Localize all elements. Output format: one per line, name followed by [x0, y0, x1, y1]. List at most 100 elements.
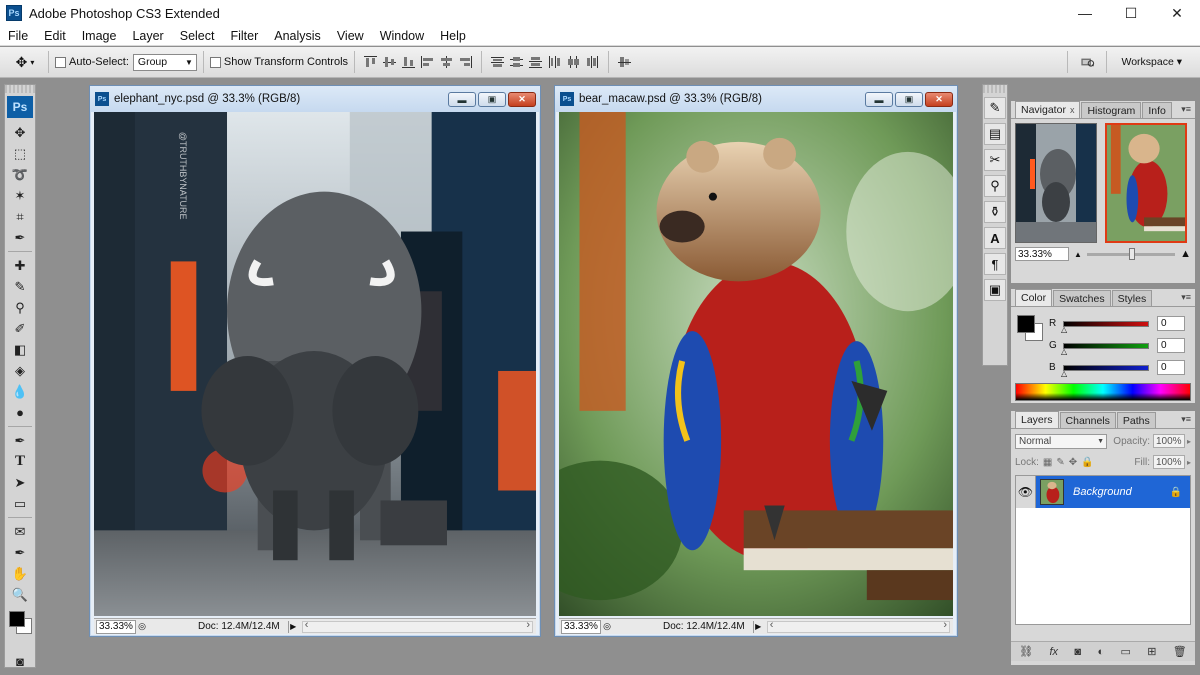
- brush-tool-icon[interactable]: ✎: [7, 276, 33, 297]
- notes-tool-icon[interactable]: ✉: [7, 521, 33, 542]
- eraser-icon[interactable]: ◧: [7, 339, 33, 360]
- slider-marker-icon[interactable]: △: [1061, 325, 1067, 334]
- doc-close-button[interactable]: ✕: [925, 92, 953, 107]
- show-transform-option[interactable]: Show Transform Controls: [209, 56, 348, 68]
- doc-maximize-button[interactable]: ▣: [895, 92, 923, 107]
- opacity-field[interactable]: 100%: [1152, 434, 1185, 448]
- status-arrow-icon[interactable]: ▶: [752, 620, 763, 633]
- tab-channels[interactable]: Channels: [1059, 412, 1116, 428]
- slider-marker-icon[interactable]: △: [1061, 347, 1067, 356]
- history-brush-icon[interactable]: ✐: [7, 318, 33, 339]
- distribute-left-icon[interactable]: [547, 55, 562, 69]
- zoom-out-icon[interactable]: ▲: [1074, 250, 1082, 259]
- tab-info[interactable]: Info: [1142, 102, 1172, 118]
- distribute-hcenter-icon[interactable]: [566, 55, 581, 69]
- quick-mask-icon[interactable]: ◙: [7, 651, 33, 672]
- auto-select-dropdown[interactable]: Group ▼: [132, 53, 197, 71]
- panel-grip[interactable]: [983, 85, 1007, 93]
- paint-bucket-icon[interactable]: ◈: [7, 360, 33, 381]
- paragraph-panel-icon[interactable]: ¶: [984, 253, 1006, 275]
- document-title-bar[interactable]: Ps bear_macaw.psd @ 33.3% (RGB/8) ▬ ▣ ✕: [555, 86, 957, 112]
- panel-grip[interactable]: [5, 85, 35, 93]
- doc-maximize-button[interactable]: ▣: [478, 92, 506, 107]
- menu-filter[interactable]: Filter: [222, 29, 266, 43]
- blur-tool-icon[interactable]: 💧: [7, 381, 33, 402]
- crop-tool-icon[interactable]: ⌗: [7, 206, 33, 227]
- align-hcenter-icon[interactable]: [439, 55, 454, 69]
- navigator-zoom-slider[interactable]: [1086, 247, 1176, 260]
- green-channel-slider[interactable]: △: [1061, 342, 1149, 355]
- zoom-field[interactable]: 33.33%: [561, 619, 601, 634]
- lock-transparency-icon[interactable]: ▦: [1043, 457, 1052, 468]
- blue-channel-value[interactable]: 0: [1157, 360, 1185, 375]
- maximize-button[interactable]: ☐: [1108, 0, 1154, 26]
- auto-align-layers-icon[interactable]: [617, 55, 632, 69]
- horizontal-scrollbar[interactable]: [301, 619, 533, 633]
- show-transform-checkbox[interactable]: [209, 56, 221, 68]
- photoshop-logo[interactable]: Ps: [7, 96, 33, 118]
- distribute-vcenter-icon[interactable]: [509, 55, 524, 69]
- lock-pixels-icon[interactable]: ✎: [1056, 457, 1064, 468]
- close-button[interactable]: ✕: [1154, 0, 1200, 26]
- status-menu-icon[interactable]: ◎: [601, 621, 613, 632]
- tool-presets-icon[interactable]: ▤: [984, 123, 1006, 145]
- menu-window[interactable]: Window: [372, 29, 432, 43]
- layer-name[interactable]: Background: [1073, 486, 1170, 498]
- trash-icon[interactable]: 🗑: [1173, 645, 1187, 658]
- doc-minimize-button[interactable]: ▬: [448, 92, 476, 107]
- clone-source-icon[interactable]: ⚲: [984, 175, 1006, 197]
- lock-all-icon[interactable]: 🔒: [1081, 457, 1093, 468]
- distribute-top-icon[interactable]: [490, 55, 505, 69]
- mask-icon[interactable]: ◙: [1074, 646, 1081, 658]
- slider-marker-icon[interactable]: △: [1061, 369, 1067, 378]
- blue-channel-slider[interactable]: △: [1061, 364, 1149, 377]
- menu-edit[interactable]: Edit: [36, 29, 74, 43]
- menu-help[interactable]: Help: [432, 29, 474, 43]
- status-arrow-icon[interactable]: ▶: [287, 620, 298, 633]
- navigator-zoom-field[interactable]: 33.33%: [1015, 247, 1069, 261]
- red-channel-slider[interactable]: △: [1061, 320, 1149, 333]
- align-vcenter-icon[interactable]: [382, 55, 397, 69]
- path-selection-icon[interactable]: ➤: [7, 472, 33, 493]
- zoom-tool-icon[interactable]: 🔍: [7, 584, 33, 605]
- eye-icon[interactable]: 👁: [1016, 476, 1036, 508]
- folder-icon[interactable]: ▭: [1120, 645, 1130, 658]
- healing-brush-icon[interactable]: ✚: [7, 255, 33, 276]
- foreground-color-swatch[interactable]: [9, 611, 25, 627]
- opacity-arrow-icon[interactable]: ▸: [1187, 437, 1191, 446]
- fill-arrow-icon[interactable]: ▸: [1187, 458, 1191, 467]
- panel-menu-icon[interactable]: ▾≡: [1181, 292, 1191, 303]
- clone-stamp-icon[interactable]: ⚲: [7, 297, 33, 318]
- dodge-tool-icon[interactable]: ●: [7, 402, 33, 423]
- horizontal-scrollbar[interactable]: [766, 619, 950, 633]
- lock-position-icon[interactable]: ✥: [1069, 457, 1077, 468]
- panel-menu-icon[interactable]: ▾≡: [1181, 104, 1191, 115]
- doc-close-button[interactable]: ✕: [508, 92, 536, 107]
- tab-navigator[interactable]: Navigator x: [1015, 101, 1081, 118]
- tab-histogram[interactable]: Histogram: [1081, 102, 1142, 118]
- zoom-field[interactable]: 33.33%: [96, 619, 136, 634]
- distribute-right-icon[interactable]: [585, 55, 600, 69]
- pen-tool-icon[interactable]: ✒: [7, 430, 33, 451]
- eyedropper-icon[interactable]: ✒: [7, 227, 33, 248]
- close-icon[interactable]: x: [1070, 105, 1075, 115]
- align-right-icon[interactable]: [458, 55, 473, 69]
- navigator-thumbnail-elephant[interactable]: [1015, 123, 1097, 243]
- green-channel-value[interactable]: 0: [1157, 338, 1185, 353]
- menu-file[interactable]: File: [0, 29, 36, 43]
- distribute-bottom-icon[interactable]: [528, 55, 543, 69]
- move-tool-icon[interactable]: ✥: [7, 122, 33, 143]
- blend-mode-dropdown[interactable]: Normal ▼: [1015, 433, 1107, 449]
- document-canvas[interactable]: [559, 112, 953, 616]
- auto-select-checkbox[interactable]: [55, 56, 66, 68]
- color-spectrum-ramp[interactable]: [1015, 383, 1191, 401]
- menu-view[interactable]: View: [329, 29, 372, 43]
- document-canvas[interactable]: @TRUTHBYNATURE: [94, 112, 536, 616]
- document-title-bar[interactable]: Ps elephant_nyc.psd @ 33.3% (RGB/8) ▬ ▣ …: [90, 86, 540, 112]
- align-left-icon[interactable]: [420, 55, 435, 69]
- menu-analysis[interactable]: Analysis: [266, 29, 329, 43]
- magic-wand-icon[interactable]: ✶: [7, 185, 33, 206]
- menu-image[interactable]: Image: [74, 29, 125, 43]
- doc-minimize-button[interactable]: ▬: [865, 92, 893, 107]
- foreground-color-swatch[interactable]: [1017, 315, 1035, 333]
